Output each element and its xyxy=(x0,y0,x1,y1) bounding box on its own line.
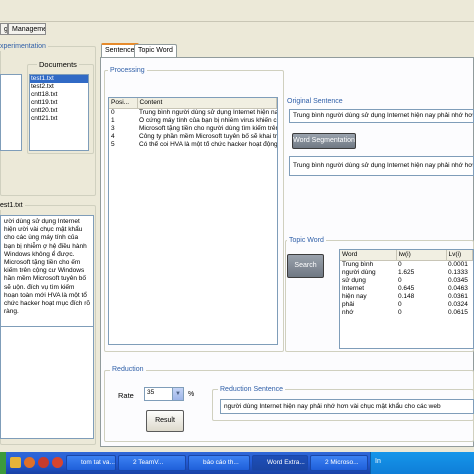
reduction-sentence-field[interactable]: người dùng Internet hiện nay phải nhớ hơ… xyxy=(220,399,474,414)
taskbar: tom tat va... 2 TeamV... báo cáo th... W… xyxy=(0,452,474,474)
preview-textarea[interactable]: ười dùng sử dụng Internet hiện ười vài c… xyxy=(0,215,94,327)
column-header-lv[interactable]: Lv(i) xyxy=(446,250,473,261)
column-header-iw[interactable]: Iw(i) xyxy=(396,250,447,261)
row-position: 0 xyxy=(111,109,115,116)
tab-sentence[interactable]: Sentence xyxy=(101,43,139,57)
segmented-sentence-field[interactable]: Trung bình người dùng sử dụng Internet h… xyxy=(289,156,474,176)
row-lv: 0.0345 xyxy=(448,277,468,284)
table-row[interactable]: 5 Có thể coi HVA là một tổ chức hacker h… xyxy=(109,141,277,149)
row-word: người dùng xyxy=(342,269,376,276)
system-tray: In xyxy=(370,452,474,474)
table-row[interactable]: nhớ 0 0.0615 xyxy=(340,309,473,317)
table-row[interactable]: 4 Công ty phần mềm Microsoft tuyên bố sẽ… xyxy=(109,133,277,141)
row-lv: 0.0324 xyxy=(448,301,468,308)
firefox-icon[interactable] xyxy=(24,457,35,468)
row-content: Công ty phần mềm Microsoft tuyên bố sẽ k… xyxy=(139,133,277,140)
table-row[interactable]: phải 0 0.0324 xyxy=(340,301,473,309)
documents-listbox[interactable]: test1.txt test2.txt cntt18.txt cntt19.tx… xyxy=(29,74,89,151)
row-word: nhớ xyxy=(342,309,354,316)
column-header-word[interactable]: Word xyxy=(340,250,397,261)
row-lv: 0.0001 xyxy=(448,261,468,268)
rate-label: Rate xyxy=(118,391,134,400)
row-iw: 1.625 xyxy=(398,269,415,276)
document-item[interactable]: cntt18.txt xyxy=(30,91,88,99)
column-header-content[interactable]: Content xyxy=(137,98,277,109)
row-word: Trung bình xyxy=(342,261,374,268)
tab-topic-word[interactable]: Topic Word xyxy=(134,44,177,57)
row-word: Internet xyxy=(342,285,365,292)
taskbar-item[interactable]: báo cáo th... xyxy=(188,455,250,471)
processing-group-title: Processing xyxy=(108,66,147,75)
chrome-icon[interactable] xyxy=(52,457,63,468)
result-button[interactable]: Result xyxy=(146,410,184,432)
row-position: 5 xyxy=(111,141,115,148)
row-iw: 0 xyxy=(398,277,402,284)
row-content: Microsoft tặng tiền cho người dùng tìm k… xyxy=(139,125,277,132)
rate-unit: % xyxy=(188,391,195,398)
row-word: phải xyxy=(342,301,355,308)
row-word: hiện nay xyxy=(342,293,367,300)
row-content: Ổ cứng máy tính của bạn bị nhiễm virus k… xyxy=(139,117,277,124)
original-sentence-label: Original Sentence xyxy=(287,98,343,105)
document-item[interactable]: cntt19.txt xyxy=(30,99,88,107)
taskbar-item[interactable]: 2 TeamV... xyxy=(118,455,186,471)
row-content: Có thể coi HVA là một tổ chức hacker hoạ… xyxy=(139,141,277,148)
row-position: 4 xyxy=(111,133,115,140)
table-row[interactable]: người dùng 1.625 0.1333 xyxy=(340,269,473,277)
row-lv: 0.0615 xyxy=(448,309,468,316)
row-position: 3 xyxy=(111,125,115,132)
row-iw: 0.645 xyxy=(398,285,415,292)
column-header-position[interactable]: Posi... xyxy=(109,98,138,109)
table-row[interactable]: hiện nay 0.148 0.0361 xyxy=(340,293,473,301)
start-button[interactable] xyxy=(0,452,6,474)
row-position: 1 xyxy=(111,117,115,124)
outlook-icon[interactable] xyxy=(10,457,21,468)
row-iw: 0 xyxy=(398,261,402,268)
processing-listview[interactable]: Posi... Content 0 Trung bình người dùng … xyxy=(108,97,278,345)
table-row[interactable]: Trung bình 0 0.0001 xyxy=(340,261,473,270)
document-item[interactable]: test2.txt xyxy=(30,83,88,91)
topic-word-listview[interactable]: Word Iw(i) Lv(i) Trung bình 0 0.0001 người… xyxy=(339,249,474,349)
window-top-strip xyxy=(0,0,474,22)
experimentation-group-title: xperimentation xyxy=(0,42,48,51)
taskbar-item[interactable]: Word Extra... xyxy=(252,455,308,471)
reduction-group-title: Reduction xyxy=(110,365,146,374)
document-item[interactable]: cntt21.txt xyxy=(30,115,88,123)
word-segmentation-button[interactable]: Word Segmentation xyxy=(292,133,356,149)
reduction-sentence-title: Reduction Sentence xyxy=(218,385,286,394)
row-lv: 0.0463 xyxy=(448,285,468,292)
rate-select[interactable]: 35 ▼ xyxy=(144,387,184,401)
rate-select-value: 35 xyxy=(147,389,155,396)
document-item[interactable]: test1.txt xyxy=(30,75,88,83)
row-iw: 0 xyxy=(398,309,402,316)
document-item[interactable]: cntt20.txt xyxy=(30,107,88,115)
tray-language-indicator[interactable]: In xyxy=(375,458,381,465)
row-content: Trung bình người dùng sử dụng Internet h… xyxy=(139,109,277,116)
menu-item-g[interactable]: g xyxy=(0,23,8,35)
table-row[interactable]: 3 Microsoft tặng tiền cho người dùng tìm… xyxy=(109,125,277,133)
row-lv: 0.1333 xyxy=(448,269,468,276)
table-row[interactable]: 1 Ổ cứng máy tính của bạn bị nhiễm virus… xyxy=(109,117,277,125)
menu-bar: g Management xyxy=(0,22,474,36)
taskbar-item[interactable]: 2 Microso... xyxy=(310,455,368,471)
chevron-down-icon[interactable]: ▼ xyxy=(172,388,183,400)
table-row[interactable]: Internet 0.645 0.0463 xyxy=(340,285,473,293)
preview-title: est1.txt xyxy=(0,201,25,210)
documents-label: Documents xyxy=(37,60,79,69)
row-iw: 0 xyxy=(398,301,402,308)
left-hidden-listbox[interactable] xyxy=(0,74,22,151)
table-row[interactable]: 0 Trung bình người dùng sử dụng Internet… xyxy=(109,109,277,118)
row-word: sử dụng xyxy=(342,277,366,284)
preview-lower-area xyxy=(0,327,94,439)
menu-item-management[interactable]: Management xyxy=(8,23,46,35)
row-iw: 0.148 xyxy=(398,293,415,300)
media-player-icon[interactable] xyxy=(38,457,49,468)
row-lv: 0.0361 xyxy=(448,293,468,300)
taskbar-item[interactable]: tom tat va... xyxy=(66,455,116,471)
topic-word-label: Topic Word xyxy=(287,236,326,245)
table-row[interactable]: sử dụng 0 0.0345 xyxy=(340,277,473,285)
search-button[interactable]: Search xyxy=(287,254,324,278)
original-sentence-field[interactable]: Trung bình người dùng sử dụng Internet h… xyxy=(289,109,474,123)
